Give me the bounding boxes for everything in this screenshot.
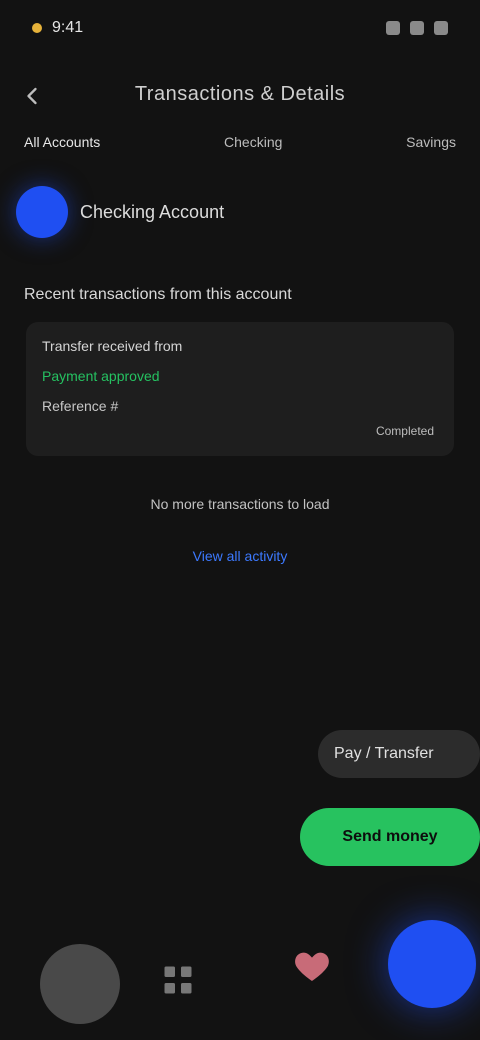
transaction-meta: Completed xyxy=(375,424,434,438)
status-icons xyxy=(386,21,448,35)
account-avatar xyxy=(16,186,68,238)
bottom-navigation xyxy=(0,920,480,1040)
home-button[interactable] xyxy=(40,944,120,1024)
section-heading: Recent transactions from this account xyxy=(24,286,292,303)
status-bar: 9:41 xyxy=(0,0,480,56)
transaction-card[interactable]: Transfer received from Payment approved … xyxy=(26,322,454,456)
battery-icon xyxy=(434,21,448,35)
back-arrow-icon[interactable] xyxy=(18,82,46,110)
transaction-reference: Reference # xyxy=(42,398,119,414)
view-all-link[interactable]: View all activity xyxy=(0,548,480,564)
send-money-button[interactable]: Send money xyxy=(300,808,480,866)
account-name: Checking Account xyxy=(80,201,225,222)
notification-dot-icon xyxy=(32,23,42,33)
status-left: 9:41 xyxy=(32,19,83,37)
grid-icon[interactable] xyxy=(160,962,196,998)
empty-note: No more transactions to load xyxy=(150,496,330,512)
page-title: Transactions & Details xyxy=(134,82,346,105)
top-app-bar: Transactions & Details xyxy=(0,62,480,126)
transaction-status: Payment approved xyxy=(42,368,160,384)
tab-savings[interactable]: Savings xyxy=(406,134,456,178)
tab-bar: All Accounts Checking Savings xyxy=(0,134,480,178)
transaction-line-1: Transfer received from xyxy=(42,338,183,354)
account-summary[interactable]: Checking Account xyxy=(16,186,224,238)
pay-transfer-chip[interactable]: Pay / Transfer xyxy=(318,730,480,778)
tab-all-accounts[interactable]: All Accounts xyxy=(24,134,100,178)
wifi-icon xyxy=(410,21,424,35)
heart-icon[interactable] xyxy=(292,946,332,986)
status-time: 9:41 xyxy=(52,19,84,36)
signal-icon xyxy=(386,21,400,35)
primary-action-fab[interactable] xyxy=(388,920,476,1008)
tab-checking[interactable]: Checking xyxy=(224,134,282,178)
